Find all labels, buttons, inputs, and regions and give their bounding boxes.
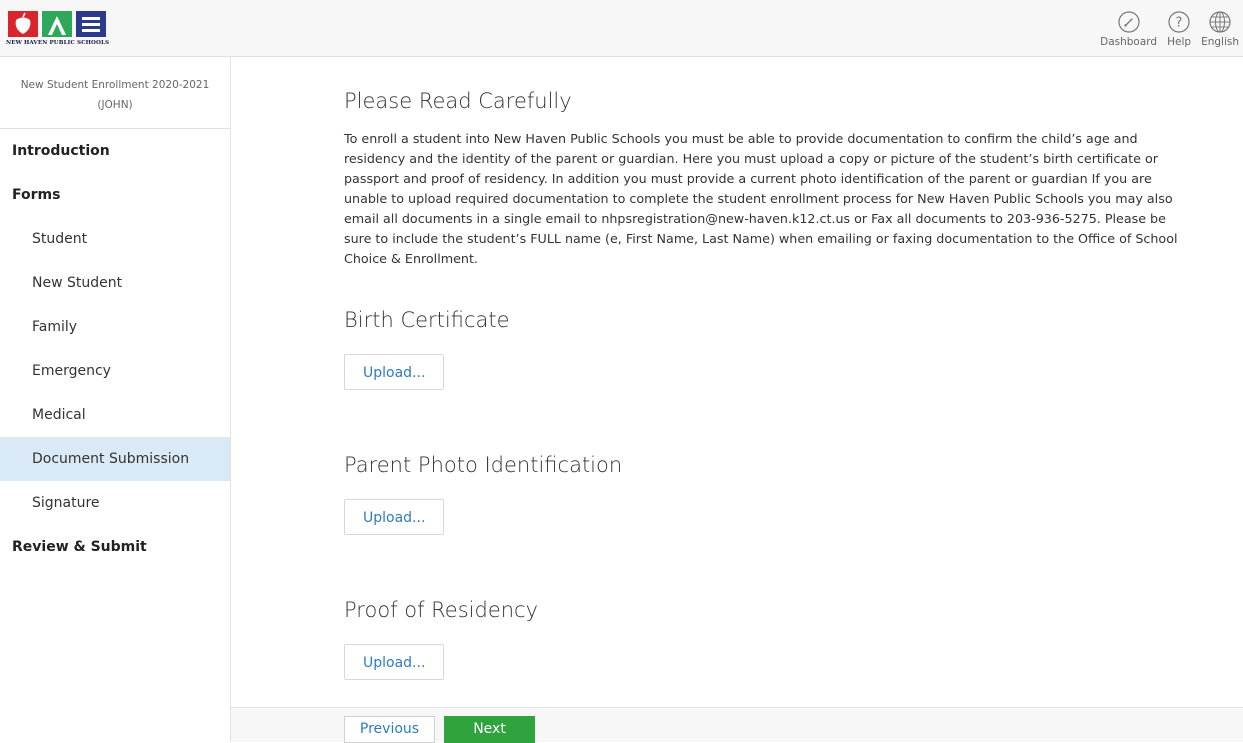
dashboard-gauge-icon	[1117, 11, 1140, 33]
sidebar-item-introduction[interactable]: Introduction	[0, 129, 230, 173]
sidebar: New Student Enrollment 2020-2021 (JOHN) …	[0, 57, 231, 742]
header-nav: Dashboard ? Help English	[1100, 10, 1239, 48]
svg-text:?: ?	[1176, 16, 1183, 31]
nhps-logo[interactable]: NEW HAVEN PUBLIC SCHOOLS	[6, 8, 138, 48]
page-title: Please Read Carefully	[344, 89, 572, 113]
enrollment-title-line2: (JOHN)	[97, 99, 133, 111]
top-header: NEW HAVEN PUBLIC SCHOOLS Dashboard ? Hel…	[0, 0, 1243, 57]
globe-icon	[1209, 11, 1231, 33]
sidebar-item-review-submit[interactable]: Review & Submit	[0, 525, 230, 569]
language-selector[interactable]: English	[1201, 10, 1239, 48]
upload-proof-of-residency-button[interactable]: Upload...	[344, 644, 445, 680]
help-label: Help	[1167, 36, 1192, 48]
sidebar-item-medical[interactable]: Medical	[0, 393, 230, 437]
help-question-icon: ?	[1168, 11, 1190, 33]
enrollment-title: New Student Enrollment 2020-2021 (JOHN)	[0, 57, 230, 129]
sidebar-item-document-submission[interactable]: Document Submission	[0, 437, 230, 481]
dashboard-link[interactable]: Dashboard	[1100, 10, 1157, 48]
section-title-birth-certificate: Birth Certificate	[344, 308, 510, 332]
instructions-paragraph: To enroll a student into New Haven Publi…	[344, 131, 1178, 266]
next-button[interactable]: Next	[444, 716, 535, 743]
section-title-parent-photo-id: Parent Photo Identification	[344, 453, 623, 477]
footer-nav: Previous Next	[231, 707, 1243, 743]
sidebar-item-new-student[interactable]: New Student	[0, 261, 230, 305]
logo-apple-icon	[8, 11, 38, 37]
main-content: Please Read Carefully To enroll a studen…	[231, 57, 1243, 707]
upload-birth-certificate-button[interactable]: Upload...	[344, 354, 445, 390]
logo-figure-icon	[42, 11, 72, 37]
enrollment-title-line1: New Student Enrollment 2020-2021	[20, 79, 210, 91]
document-submission-form: Please Read Carefully To enroll a studen…	[231, 86, 1204, 680]
help-link[interactable]: ? Help	[1167, 10, 1191, 48]
sidebar-item-family[interactable]: Family	[0, 305, 230, 349]
upload-parent-photo-id-button[interactable]: Upload...	[344, 499, 445, 535]
previous-button[interactable]: Previous	[344, 716, 435, 743]
logo-icons	[6, 8, 108, 40]
language-label: English	[1201, 36, 1239, 48]
dashboard-label: Dashboard	[1100, 36, 1158, 48]
section-title-proof-of-residency: Proof of Residency	[344, 598, 539, 622]
logo-text: NEW HAVEN PUBLIC SCHOOLS	[6, 40, 110, 46]
sidebar-item-emergency[interactable]: Emergency	[0, 349, 230, 393]
sidebar-item-student[interactable]: Student	[0, 217, 230, 261]
logo-book-icon	[76, 11, 106, 37]
sidebar-item-forms[interactable]: Forms	[0, 173, 230, 217]
sidebar-item-signature[interactable]: Signature	[0, 481, 230, 525]
